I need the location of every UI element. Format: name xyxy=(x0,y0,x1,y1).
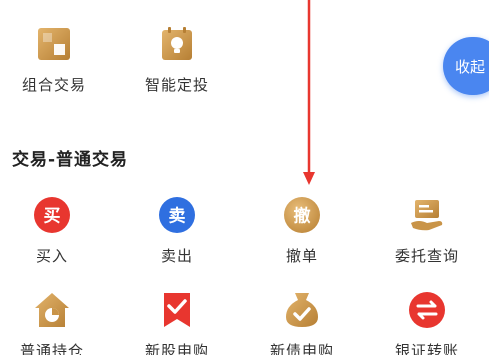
sell-item[interactable]: 卖 卖出 xyxy=(127,195,227,266)
order-query-icon xyxy=(411,200,443,231)
holdings-item[interactable]: 普通持仓 xyxy=(2,290,102,355)
smart-investment-icon xyxy=(162,27,192,60)
new-stock-subscribe-label: 新股申购 xyxy=(144,342,209,355)
section-title: 交易-普通交易 xyxy=(12,150,129,170)
holdings-label: 普通持仓 xyxy=(19,342,84,355)
buy-icon-text: 买 xyxy=(44,207,61,227)
smart-investment-item[interactable]: 智能定投 xyxy=(127,24,227,95)
portfolio-trade-icon xyxy=(38,28,70,60)
new-bond-subscribe-icon xyxy=(286,293,318,327)
bank-transfer-label: 银证转账 xyxy=(394,342,459,355)
holdings-icon xyxy=(35,293,69,327)
new-stock-subscribe-item[interactable]: 新股申购 xyxy=(127,290,227,355)
cancel-order-icon: 撤 xyxy=(284,197,320,233)
buy-icon: 买 xyxy=(34,197,70,233)
new-bond-subscribe-label: 新债申购 xyxy=(269,342,334,355)
cancel-order-item[interactable]: 撤 撤单 xyxy=(252,195,352,266)
order-query-item[interactable]: 委托查询 xyxy=(377,195,477,266)
sell-icon: 卖 xyxy=(159,197,195,233)
order-query-label: 委托查询 xyxy=(394,247,459,265)
sell-label: 卖出 xyxy=(160,247,193,265)
portfolio-trade-item[interactable]: 组合交易 xyxy=(4,24,104,95)
buy-label: 买入 xyxy=(35,247,68,265)
buy-item[interactable]: 买 买入 xyxy=(2,195,102,266)
smart-investment-label: 智能定投 xyxy=(144,76,209,94)
sell-icon-text: 卖 xyxy=(169,206,186,227)
cancel-order-icon-text: 撤 xyxy=(294,206,311,227)
bank-transfer-item[interactable]: 银证转账 xyxy=(377,290,477,355)
cancel-order-label: 撤单 xyxy=(285,247,318,265)
portfolio-trade-label: 组合交易 xyxy=(21,76,86,94)
collapse-button-label: 收起 xyxy=(455,58,486,76)
top-function-row: 组合交易 智能定投 xyxy=(0,0,489,120)
bank-transfer-icon xyxy=(409,292,445,328)
new-bond-subscribe-item[interactable]: 新债申购 xyxy=(252,290,352,355)
new-stock-subscribe-icon xyxy=(164,293,190,327)
